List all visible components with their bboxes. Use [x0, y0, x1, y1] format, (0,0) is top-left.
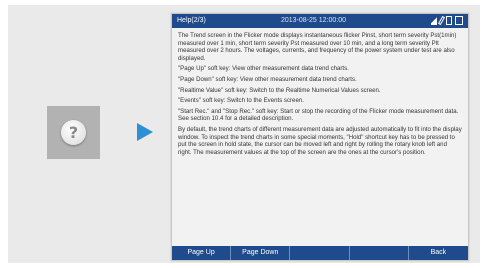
datetime: 2013-08-25 12:00:00	[281, 17, 346, 24]
help-paragraph: "Events" soft key: Switch to the Events …	[178, 97, 304, 105]
help-paragraph: "Realtime Value" soft key: Switch to the…	[178, 86, 381, 94]
battery-icon	[455, 16, 463, 25]
help-text: The Trend screen in the Flicker mode dis…	[178, 32, 462, 159]
softkey-3-button[interactable]	[290, 246, 350, 260]
device-screen: Help(2/3) 2013-08-25 12:00:00 The Trend …	[171, 13, 469, 261]
help-paragraph: "Page Up" soft key: View other measureme…	[178, 65, 349, 73]
document-icon	[446, 16, 452, 25]
status-icons	[431, 15, 463, 26]
softkey-4-button[interactable]	[350, 246, 409, 260]
help-paragraph: By default, the trend charts of differen…	[178, 125, 462, 156]
softkey-bar: Page Up Page Down Back	[172, 246, 468, 260]
page-down-button[interactable]: Page Down	[231, 246, 291, 260]
screen-title: Help(2/3)	[177, 17, 206, 24]
title-bar: Help(2/3) 2013-08-25 12:00:00	[172, 14, 468, 28]
arrow-right-icon	[137, 123, 153, 141]
help-tile[interactable]: ?	[47, 106, 100, 159]
question-mark-icon: ?	[61, 120, 86, 145]
page-up-button[interactable]: Page Up	[172, 246, 232, 260]
back-button[interactable]: Back	[409, 246, 468, 260]
signal-icon	[431, 16, 437, 25]
help-paragraph: "Start Rec." and "Stop Rec." soft key: S…	[178, 107, 459, 123]
pen-icon	[437, 15, 446, 26]
help-paragraph: "Page Down" soft key: View other measure…	[178, 75, 357, 83]
help-paragraph: The Trend screen in the Flicker mode dis…	[178, 32, 457, 62]
